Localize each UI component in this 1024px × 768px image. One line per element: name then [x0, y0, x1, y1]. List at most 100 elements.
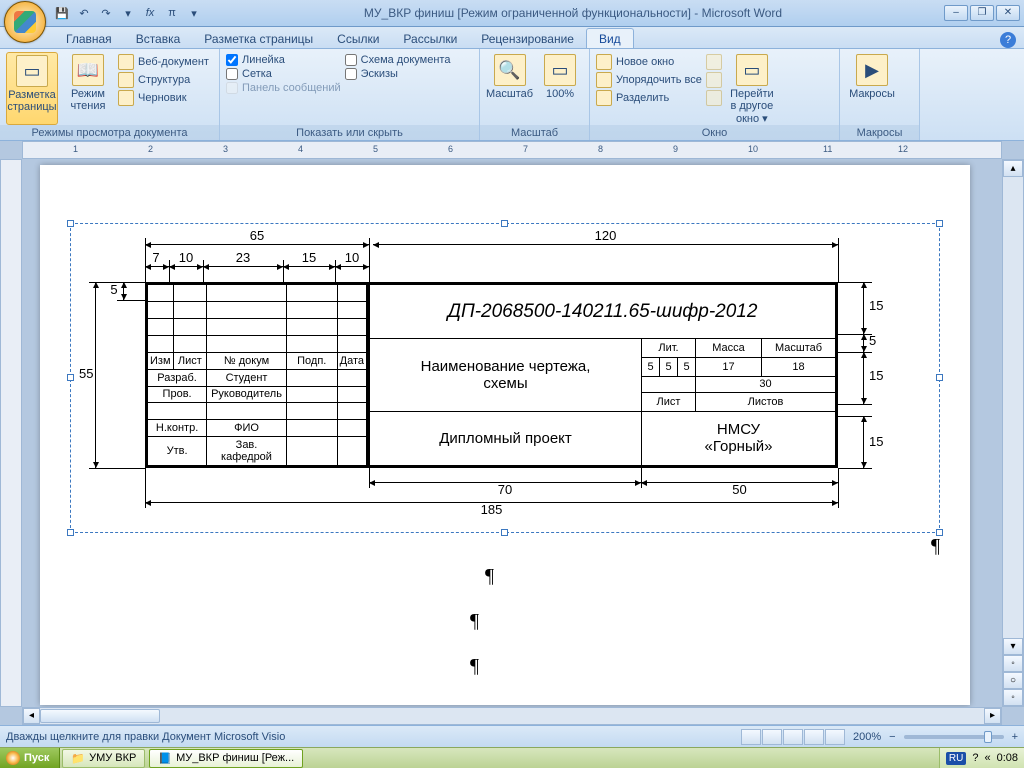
qat-more2-icon[interactable]: ▾ [186, 5, 202, 21]
zoom-in-button[interactable]: + [1012, 731, 1018, 743]
macros-group-label: Макросы [840, 125, 919, 140]
zoom-group-label: Масштаб [480, 125, 589, 140]
zoom-button[interactable]: 🔍Масштаб [486, 52, 533, 125]
draft-button[interactable]: Черновик [118, 90, 209, 106]
resize-handle[interactable] [67, 529, 74, 536]
help-icon[interactable]: ? [1000, 32, 1016, 48]
gridlines-checkbox[interactable]: Сетка [226, 68, 341, 80]
save-icon[interactable]: 💾 [54, 5, 70, 21]
arrange-icon [596, 72, 612, 88]
taskbar-item[interactable]: 📘МУ_ВКР финиш [Реж... [149, 749, 303, 768]
start-orb-icon [6, 751, 20, 765]
resize-handle[interactable] [936, 374, 943, 381]
status-bar: Дважды щелкните для правки Документ Micr… [0, 725, 1024, 747]
tab-references[interactable]: Ссылки [325, 29, 391, 48]
taskbar: Пуск 📁УМУ ВКР 📘МУ_ВКР финиш [Реж... RU ?… [0, 747, 1024, 768]
fx-icon[interactable]: fx [142, 5, 158, 21]
view-web-button[interactable] [783, 729, 803, 745]
restore-button[interactable]: ❐ [970, 5, 994, 21]
next-page-button[interactable]: ◦ [1003, 689, 1023, 706]
title-block-drawing: 65 120 7 10 23 15 10 [83, 236, 927, 520]
close-button[interactable]: ✕ [996, 5, 1020, 21]
scroll-right-button[interactable]: ▸ [984, 708, 1001, 724]
zoom-icon: 🔍 [494, 54, 526, 86]
status-hint: Дважды щелкните для правки Документ Micr… [6, 731, 285, 743]
tray-chevron-icon[interactable]: « [984, 752, 990, 764]
scroll-down-button[interactable]: ▾ [1003, 638, 1023, 655]
print-layout-button[interactable]: ▭ Разметка страницы [6, 52, 58, 125]
switch-window-button[interactable]: ▭Перейти в другое окно ▾ [726, 52, 778, 125]
view-draft-button[interactable] [825, 729, 845, 745]
stamp-right-table: ДП-2068500-140211.65-шифр-2012 Наименова… [369, 284, 836, 466]
newwin-icon [596, 54, 612, 70]
paragraph-mark: ¶ [470, 655, 479, 678]
ribbon-tabs: Главная Вставка Разметка страницы Ссылки… [0, 27, 1024, 49]
hscroll-thumb[interactable] [40, 709, 160, 723]
undo-icon[interactable]: ↶ [76, 5, 92, 21]
messagebar-checkbox[interactable]: Панель сообщений [226, 82, 341, 94]
scroll-left-button[interactable]: ◂ [23, 708, 40, 724]
paragraph-mark: ¶ [485, 565, 494, 588]
tray-icon[interactable]: ? [972, 752, 978, 764]
minimize-button[interactable]: – [944, 5, 968, 21]
view-reading-button[interactable] [762, 729, 782, 745]
new-window-button[interactable]: Новое окно [596, 54, 702, 70]
taskbar-item[interactable]: 📁УМУ ВКР [62, 749, 145, 768]
ruler-checkbox[interactable]: Линейка [226, 54, 341, 66]
outline-button[interactable]: Структура [118, 72, 209, 88]
paragraph-mark: ¶ [931, 535, 940, 558]
qat-more-icon[interactable]: ▾ [120, 5, 136, 21]
views-group-label: Режимы просмотра документа [0, 125, 219, 140]
resize-handle[interactable] [67, 220, 74, 227]
language-indicator[interactable]: RU [946, 752, 966, 765]
tab-home[interactable]: Главная [54, 29, 124, 48]
stamp-left-table: ИзмЛист№ докумПодп.Дата Разраб.Студент П… [147, 284, 367, 466]
clock[interactable]: 0:08 [997, 752, 1018, 764]
split-button[interactable]: Разделить [596, 90, 702, 106]
zoom100-button[interactable]: ▭100% [537, 52, 583, 125]
reading-mode-button[interactable]: 📖 Режим чтения [62, 52, 114, 125]
zoom-level[interactable]: 200% [853, 731, 881, 743]
paragraph-mark: ¶ [470, 610, 479, 633]
view-print-button[interactable] [741, 729, 761, 745]
tab-insert[interactable]: Вставка [124, 29, 193, 48]
pi-icon[interactable]: π [164, 5, 180, 21]
resize-handle[interactable] [936, 220, 943, 227]
horizontal-scrollbar[interactable]: ◂ ▸ [22, 707, 1002, 725]
tab-review[interactable]: Рецензирование [469, 29, 586, 48]
office-button[interactable] [4, 1, 46, 43]
switch-icon: ▭ [736, 54, 768, 86]
resize-handle[interactable] [67, 374, 74, 381]
document-page[interactable]: 65 120 7 10 23 15 10 [40, 165, 970, 705]
window-title: МУ_ВКР финиш [Режим ограниченной функцио… [202, 6, 944, 20]
docmap-checkbox[interactable]: Схема документа [345, 54, 451, 66]
outline-icon [118, 72, 134, 88]
tab-view[interactable]: Вид [586, 28, 634, 48]
ribbon: ▭ Разметка страницы 📖 Режим чтения Веб-д… [0, 49, 1024, 141]
prev-page-button[interactable]: ◦ [1003, 655, 1023, 672]
arrange-button[interactable]: Упорядочить все [596, 72, 702, 88]
web-layout-button[interactable]: Веб-документ [118, 54, 209, 70]
start-button[interactable]: Пуск [0, 748, 60, 768]
browse-object-button[interactable]: ○ [1003, 672, 1023, 689]
horizontal-ruler[interactable]: 123456789101112 [22, 141, 1002, 159]
resize-handle[interactable] [501, 220, 508, 227]
resize-handle[interactable] [501, 529, 508, 536]
zoom-slider[interactable] [904, 735, 1004, 739]
redo-icon[interactable]: ↷ [98, 5, 114, 21]
tab-pagelayout[interactable]: Разметка страницы [192, 29, 325, 48]
reading-label: Режим чтения [62, 88, 114, 112]
view-outline-button[interactable] [804, 729, 824, 745]
thumbnails-checkbox[interactable]: Эскизы [345, 68, 451, 80]
macros-icon: ▶ [856, 54, 888, 86]
vertical-ruler[interactable] [0, 159, 22, 707]
quick-access-toolbar: 💾 ↶ ↷ ▾ fx π ▾ [54, 5, 202, 21]
vertical-scrollbar[interactable]: ▴ ▾ ◦ ○ ◦ [1002, 159, 1024, 707]
split-icon [596, 90, 612, 106]
web-icon [118, 54, 134, 70]
zoom-out-button[interactable]: − [889, 731, 895, 743]
macros-button[interactable]: ▶Макросы [846, 52, 898, 125]
tab-mailings[interactable]: Рассылки [391, 29, 469, 48]
scroll-up-button[interactable]: ▴ [1003, 160, 1023, 177]
visio-object-selection[interactable]: 65 120 7 10 23 15 10 [70, 223, 940, 533]
